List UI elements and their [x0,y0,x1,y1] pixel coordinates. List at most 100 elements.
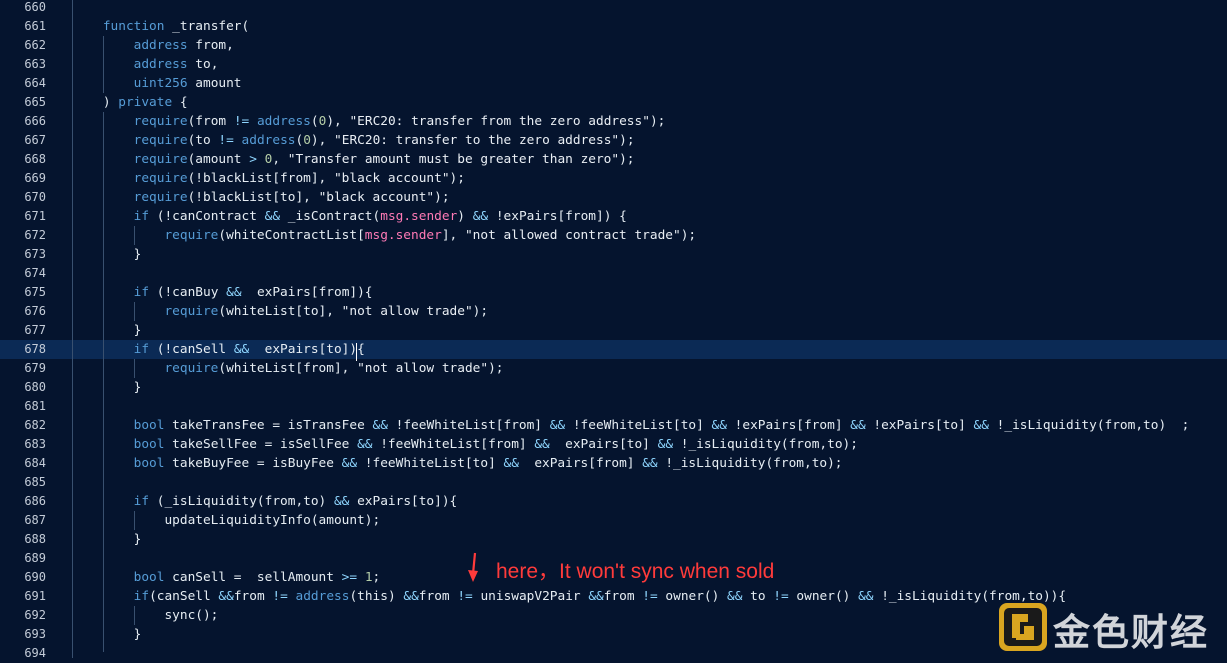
text-cursor [356,343,357,361]
code-line[interactable]: 681 [0,397,1227,416]
code-line[interactable]: 684 bool takeBuyFee = isBuyFee && !feeWh… [0,454,1227,473]
line-number: 676 [24,304,46,318]
indent-guide [134,606,135,625]
annotation-text: here，It won't sync when sold [496,560,775,583]
line-number: 660 [24,0,46,14]
line-number: 670 [24,190,46,204]
line-number: 672 [24,228,46,242]
line-number: 671 [24,209,46,223]
line-number: 667 [24,133,46,147]
line-number: 668 [24,152,46,166]
code-text: bool canSell = sellAmount >= 1; [133,570,381,585]
code-text: sync(); [72,608,219,623]
line-number: 687 [24,513,46,527]
code-text: require(amount > 0, "Transfer amount mus… [133,152,635,167]
code-text: uint256 amount [133,76,242,91]
line-number: 677 [24,323,46,337]
line-number: 664 [24,76,46,90]
code-text: bool takeSellFee = isSellFee && !feeWhit… [133,437,858,452]
code-line[interactable]: 671 if (!canContract && _isContract(msg.… [0,207,1227,226]
code-text: } [72,532,142,547]
code-text: require(!blackList[from], "black account… [133,171,465,186]
code-line[interactable]: 682 bool takeTransFee = isTransFee && !f… [0,416,1227,435]
code-text: function _transfer( [102,19,250,34]
code-text: require(whiteList[from], "not allow trad… [164,361,504,376]
code-text: } [72,247,142,262]
watermark-text: 金色财经 [1053,611,1209,654]
jinse-logo-icon [999,603,1047,651]
line-number: 663 [24,57,46,71]
line-number: 674 [24,266,46,280]
code-line[interactable]: 687 updateLiquidityInfo(amount); [0,511,1227,530]
code-line[interactable]: 677 } [0,321,1227,340]
line-number: 675 [24,285,46,299]
code-line[interactable]: 667 require(to != address(0), "ERC20: tr… [0,131,1227,150]
code-line[interactable]: 678 if (!canSell && exPairs[to]){ [0,340,1227,359]
code-line[interactable]: 683 bool takeSellFee = isSellFee && !fee… [0,435,1227,454]
line-number: 684 [24,456,46,470]
code-text: require(whiteContractList[msg.sender], "… [164,228,697,243]
line-number: 693 [24,627,46,641]
line-number: 688 [24,532,46,546]
code-text: if (_isLiquidity(from,to) && exPairs[to]… [133,494,458,509]
line-number: 685 [24,475,46,489]
code-line[interactable]: 688 } [0,530,1227,549]
code-text: updateLiquidityInfo(amount); [72,513,381,528]
indent-guide [134,302,135,321]
line-number: 681 [24,399,46,413]
code-text: require(!blackList[to], "black account")… [133,190,450,205]
code-line[interactable]: 661 function _transfer( [0,17,1227,36]
code-line[interactable]: 675 if (!canBuy && exPairs[from]){ [0,283,1227,302]
code-text: if (!canSell && exPairs[to]){ [133,342,365,357]
code-text: address to, [133,57,219,72]
line-number: 661 [24,19,46,33]
code-text: ) private { [72,95,188,110]
code-line[interactable]: 673 } [0,245,1227,264]
arrow-icon [466,552,482,584]
line-number: 692 [24,608,46,622]
line-number: 683 [24,437,46,451]
line-number: 679 [24,361,46,375]
line-number: 686 [24,494,46,508]
code-line[interactable]: 664 uint256 amount [0,74,1227,93]
code-line[interactable]: 662 address from, [0,36,1227,55]
indent-guide [103,36,104,93]
code-line[interactable]: 672 require(whiteContractList[msg.sender… [0,226,1227,245]
line-number: 689 [24,551,46,565]
code-line[interactable]: 680 } [0,378,1227,397]
code-line[interactable]: 685 [0,473,1227,492]
code-line[interactable]: 670 require(!blackList[to], "black accou… [0,188,1227,207]
code-line[interactable]: 674 [0,264,1227,283]
code-line[interactable]: 686 if (_isLiquidity(from,to) && exPairs… [0,492,1227,511]
line-number: 690 [24,570,46,584]
code-line[interactable]: 666 require(from != address(0), "ERC20: … [0,112,1227,131]
code-line[interactable]: 663 address to, [0,55,1227,74]
line-number: 680 [24,380,46,394]
line-number: 662 [24,38,46,52]
code-text: if(canSell &&from != address(this) &&fro… [133,589,1067,604]
code-text: } [72,380,142,395]
line-number: 682 [24,418,46,432]
code-text: if (!canBuy && exPairs[from]){ [133,285,373,300]
indent-guide [103,112,104,652]
code-line[interactable]: 660 [0,0,1227,17]
line-number: 678 [24,342,46,356]
line-number: 673 [24,247,46,261]
line-number: 669 [24,171,46,185]
indent-guide [134,511,135,530]
code-text: } [72,323,142,338]
code-line[interactable]: 665 ) private { [0,93,1227,112]
code-line[interactable]: 676 require(whiteList[to], "not allow tr… [0,302,1227,321]
code-line[interactable]: 669 require(!blackList[from], "black acc… [0,169,1227,188]
code-line[interactable]: 679 require(whiteList[from], "not allow … [0,359,1227,378]
code-text: require(to != address(0), "ERC20: transf… [133,133,635,148]
code-text: if (!canContract && _isContract(msg.send… [133,209,627,224]
line-number: 691 [24,589,46,603]
indent-guide [72,0,73,658]
code-text: bool takeTransFee = isTransFee && !feeWh… [133,418,1190,433]
line-number: 665 [24,95,46,109]
line-number: 694 [24,646,46,660]
code-line[interactable]: 668 require(amount > 0, "Transfer amount… [0,150,1227,169]
watermark: 金色财经 [996,598,1224,656]
code-text: require(from != address(0), "ERC20: tran… [133,114,666,129]
